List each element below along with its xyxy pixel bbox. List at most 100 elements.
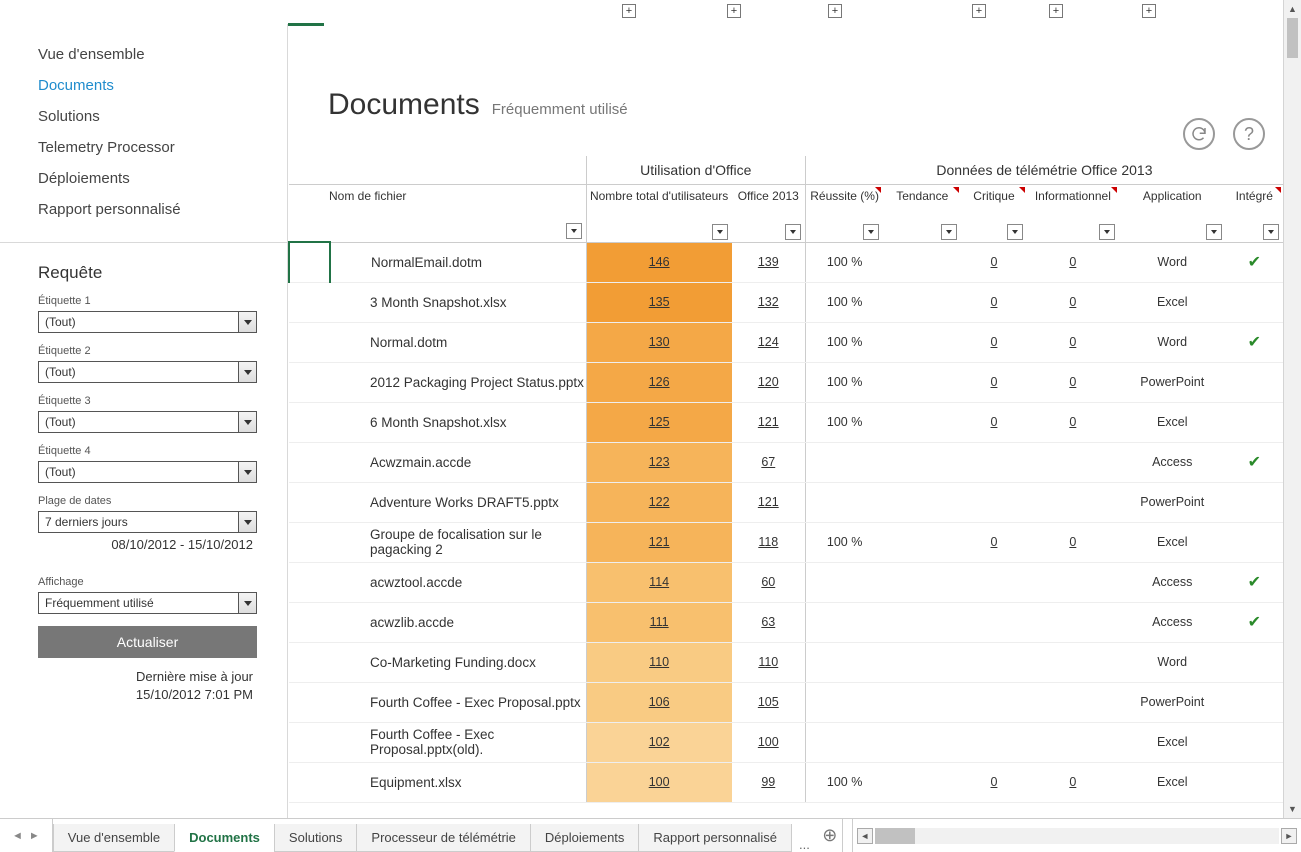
chevron-down-icon[interactable] — [238, 512, 256, 532]
table-row[interactable]: 2012 Packaging Project Status.pptx126120… — [289, 362, 1283, 402]
cell-total-users[interactable]: 100 — [586, 762, 732, 802]
sheet-nav-arrows[interactable]: ◄ ► — [0, 819, 53, 852]
cell-informational[interactable] — [1027, 442, 1119, 482]
outline-expand-button[interactable] — [1049, 4, 1063, 18]
cell-informational[interactable]: 0 — [1027, 282, 1119, 322]
cell-informational[interactable] — [1027, 482, 1119, 522]
table-row[interactable]: Adventure Works DRAFT5.pptx122121PowerPo… — [289, 482, 1283, 522]
cell-informational[interactable] — [1027, 722, 1119, 762]
outline-expand-button[interactable] — [1142, 4, 1156, 18]
cell-filename[interactable]: acwzlib.accde — [330, 602, 586, 642]
filter-button[interactable] — [1099, 224, 1115, 240]
cell-filename[interactable]: Fourth Coffee - Exec Proposal.pptx(old). — [330, 722, 586, 762]
filter-button[interactable] — [712, 224, 728, 240]
cell-informational[interactable]: 0 — [1027, 762, 1119, 802]
row-selector[interactable] — [289, 242, 330, 282]
col-total-users[interactable]: Nombre total d'utilisateurs — [586, 184, 732, 224]
cell-informational[interactable]: 0 — [1027, 522, 1119, 562]
cell-critical[interactable]: 0 — [961, 522, 1027, 562]
sidebar-item-rapport-personnalis-[interactable]: Rapport personnalisé — [38, 201, 287, 218]
cell-filename[interactable]: 3 Month Snapshot.xlsx — [330, 282, 586, 322]
cell-informational[interactable]: 0 — [1027, 322, 1119, 362]
cell-informational[interactable] — [1027, 642, 1119, 682]
tab-processeur-de-t-l-m-trie[interactable]: Processeur de télémétrie — [356, 824, 531, 852]
cell-critical[interactable] — [961, 642, 1027, 682]
chevron-down-icon[interactable] — [238, 412, 256, 432]
cell-critical[interactable] — [961, 722, 1027, 762]
cell-critical[interactable] — [961, 442, 1027, 482]
row-selector[interactable] — [289, 482, 330, 522]
scroll-left-icon[interactable]: ◄ — [857, 828, 873, 844]
cell-critical[interactable]: 0 — [961, 242, 1027, 282]
table-row[interactable]: Equipment.xlsx10099100 %00Excel — [289, 762, 1283, 802]
cell-office2013[interactable]: 67 — [732, 442, 806, 482]
cell-critical[interactable]: 0 — [961, 762, 1027, 802]
cell-critical[interactable] — [961, 482, 1027, 522]
col-office2013[interactable]: Office 2013 — [732, 184, 806, 224]
cell-total-users[interactable]: 130 — [586, 322, 732, 362]
row-selector[interactable] — [289, 362, 330, 402]
cell-informational[interactable]: 0 — [1027, 242, 1119, 282]
row-selector[interactable] — [289, 402, 330, 442]
cell-filename[interactable]: Equipment.xlsx — [330, 762, 586, 802]
table-row[interactable]: 6 Month Snapshot.xlsx125121100 %00Excel — [289, 402, 1283, 442]
cell-filename[interactable]: acwztool.accde — [330, 562, 586, 602]
cell-critical[interactable]: 0 — [961, 322, 1027, 362]
cell-office2013[interactable]: 105 — [732, 682, 806, 722]
row-selector[interactable] — [289, 682, 330, 722]
col-filename[interactable]: Nom de fichier — [289, 184, 586, 224]
col-informational[interactable]: Informationnel — [1027, 184, 1119, 224]
cell-critical[interactable]: 0 — [961, 402, 1027, 442]
row-selector[interactable] — [289, 522, 330, 562]
cell-critical[interactable] — [961, 602, 1027, 642]
cell-informational[interactable]: 0 — [1027, 362, 1119, 402]
table-row[interactable]: Groupe de focalisation sur le pagacking … — [289, 522, 1283, 562]
table-row[interactable]: Acwzmain.accde12367Access✔ — [289, 442, 1283, 482]
cell-filename[interactable]: Fourth Coffee - Exec Proposal.pptx — [330, 682, 586, 722]
cell-filename[interactable]: Co-Marketing Funding.docx — [330, 642, 586, 682]
chevron-down-icon[interactable] — [238, 312, 256, 332]
filter-button[interactable] — [1206, 224, 1222, 240]
chevron-down-icon[interactable] — [238, 593, 256, 613]
cell-office2013[interactable]: 100 — [732, 722, 806, 762]
hscroll-track[interactable] — [875, 828, 1279, 844]
filter-button[interactable] — [1263, 224, 1279, 240]
row-selector[interactable] — [289, 642, 330, 682]
tab-documents[interactable]: Documents — [174, 824, 275, 852]
col-critical[interactable]: Critique — [961, 184, 1027, 224]
sidebar-item-documents[interactable]: Documents — [38, 77, 287, 94]
table-row[interactable]: acwzlib.accde11163Access✔ — [289, 602, 1283, 642]
cell-filename[interactable]: Groupe de focalisation sur le pagacking … — [330, 522, 586, 562]
row-selector[interactable] — [289, 762, 330, 802]
cell-total-users[interactable]: 121 — [586, 522, 732, 562]
hscroll-thumb[interactable] — [875, 828, 915, 844]
col-trend[interactable]: Tendance — [883, 184, 961, 224]
cell-office2013[interactable]: 99 — [732, 762, 806, 802]
outline-expand-button[interactable] — [972, 4, 986, 18]
table-row[interactable]: Fourth Coffee - Exec Proposal.pptx(old).… — [289, 722, 1283, 762]
row-selector[interactable] — [289, 722, 330, 762]
cell-office2013[interactable]: 60 — [732, 562, 806, 602]
table-row[interactable]: 3 Month Snapshot.xlsx135132100 %00Excel — [289, 282, 1283, 322]
row-selector[interactable] — [289, 282, 330, 322]
sidebar-item-vue-d-ensemble[interactable]: Vue d'ensemble — [38, 46, 287, 63]
scroll-up-icon[interactable]: ▲ — [1284, 0, 1301, 18]
sheet-prev-icon[interactable]: ◄ — [12, 830, 23, 842]
cell-total-users[interactable]: 122 — [586, 482, 732, 522]
table-row[interactable]: acwztool.accde11460Access✔ — [289, 562, 1283, 602]
filter-button[interactable] — [785, 224, 801, 240]
scroll-right-icon[interactable]: ► — [1281, 828, 1297, 844]
cell-filename[interactable]: Normal.dotm — [330, 322, 586, 362]
tab-vue-d-ensemble[interactable]: Vue d'ensemble — [53, 824, 175, 852]
tabs-overflow-icon[interactable]: ... — [791, 837, 818, 852]
sidebar-item-telemetry-processor[interactable]: Telemetry Processor — [38, 139, 287, 156]
table-row[interactable]: Normal.dotm130124100 %00Word✔ — [289, 322, 1283, 362]
cell-informational[interactable]: 0 — [1027, 402, 1119, 442]
cell-filename[interactable]: Acwzmain.accde — [330, 442, 586, 482]
cell-office2013[interactable]: 120 — [732, 362, 806, 402]
sidebar-item-d-ploiements[interactable]: Déploiements — [38, 170, 287, 187]
cell-office2013[interactable]: 118 — [732, 522, 806, 562]
col-application[interactable]: Application — [1119, 184, 1226, 224]
row-selector[interactable] — [289, 322, 330, 362]
cell-filename[interactable]: 6 Month Snapshot.xlsx — [330, 402, 586, 442]
